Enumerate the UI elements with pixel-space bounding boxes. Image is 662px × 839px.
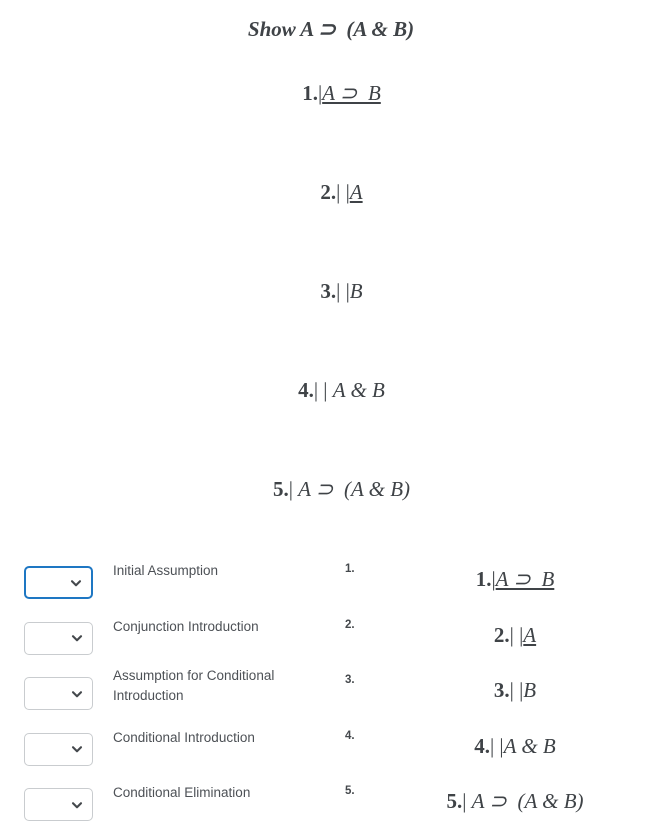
chevron-down-icon [71, 690, 83, 697]
chevron-down-icon [71, 635, 83, 642]
proof-line: 4.| | A & B [0, 341, 662, 440]
proof-line-formula: A & B [332, 378, 385, 402]
rule-select-5[interactable] [24, 788, 93, 821]
chevron-down-icon [70, 579, 82, 586]
proof-line: 3.| |B [0, 242, 662, 341]
proof-line-bars: | [288, 477, 299, 501]
row-formula: 5.| A ⊃ (A & B) [380, 789, 650, 814]
rule-select-4[interactable] [24, 732, 93, 766]
proof-line: 2.| |A [0, 143, 662, 242]
row-formula-number: 3. [493, 678, 510, 702]
rule-label: Conditional Elimination [113, 785, 251, 800]
proof-goal: Show A ⊃ (A & B) [247, 17, 415, 41]
rule-label: Conditional Introduction [113, 729, 255, 745]
rule-row: Initial Assumption 1. 1.|A ⊃ B [0, 561, 662, 617]
proof-line-number: 1. [302, 81, 318, 105]
row-formula-text: A & B [503, 733, 556, 758]
row-formula-bars: | | [509, 678, 524, 702]
rule-row: Conjunction Introduction 2. 2.| |A [0, 617, 662, 673]
row-formula-number: 1. [475, 567, 492, 591]
chevron-down-icon [71, 801, 83, 808]
rule-label: Assumption for Conditional Introduction [113, 668, 275, 703]
rule-row: Conditional Introduction 4. 4.| |A & B [0, 728, 662, 784]
row-number: 3. [345, 674, 355, 686]
rule-label: Conjunction Introduction [113, 618, 259, 634]
proof-line-formula: A ⊃ (A & B) [298, 477, 411, 501]
rule-label: Initial Assumption [113, 563, 219, 578]
row-formula: 4.| |A & B [380, 734, 650, 759]
row-number: 4. [345, 729, 355, 742]
row-formula-bars: | | [509, 622, 524, 647]
row-formula-text: A [523, 622, 537, 647]
proof-line-formula: B [349, 279, 363, 303]
proof-line: 5.| A ⊃ (A & B) [0, 440, 662, 539]
row-formula-number: 4. [474, 733, 490, 758]
rule-assignment-area: Initial Assumption 1. 1.|A ⊃ B Conjuncti… [0, 561, 662, 839]
row-number: 5. [345, 785, 355, 797]
chevron-down-icon [71, 746, 83, 753]
proof-line-bars: | | [313, 378, 333, 402]
rule-select-1[interactable] [24, 566, 93, 599]
proof-line-number: 2. [320, 180, 337, 204]
row-formula-text: A ⊃ (A & B) [471, 789, 584, 813]
proof-line-number: 3. [320, 279, 337, 303]
row-formula: 3.| |B [380, 678, 650, 703]
row-formula-number: 5. [446, 789, 463, 813]
proof-display: Show A ⊃ (A & B) 1.|A ⊃ B 2.| |A 3.| |B … [0, 0, 662, 539]
row-formula-text: B [523, 678, 537, 702]
proof-line: 1.|A ⊃ B [0, 44, 662, 143]
rule-row: Assumption for Conditional Introduction … [0, 668, 662, 728]
proof-line-bars: | | [336, 279, 350, 303]
rule-select-2[interactable] [24, 621, 93, 655]
row-formula: 2.| |A [380, 623, 650, 648]
proof-line-number: 4. [298, 378, 314, 402]
proof-line-formula: A [349, 180, 363, 204]
proof-line-formula: A ⊃ B [322, 81, 381, 105]
row-formula-bars: | | [489, 733, 504, 758]
rule-row: Conditional Elimination 5. 5.| A ⊃ (A & … [0, 783, 662, 839]
proof-line-number: 5. [272, 477, 289, 501]
row-number: 1. [345, 563, 355, 575]
rule-select-3[interactable] [24, 677, 93, 710]
row-formula: 1.|A ⊃ B [380, 567, 650, 592]
row-formula-bars: | [462, 789, 472, 813]
row-formula-text: A ⊃ B [495, 567, 555, 591]
row-number: 2. [345, 618, 355, 631]
row-formula-number: 2. [493, 622, 510, 647]
proof-line-bars: | | [336, 180, 350, 204]
